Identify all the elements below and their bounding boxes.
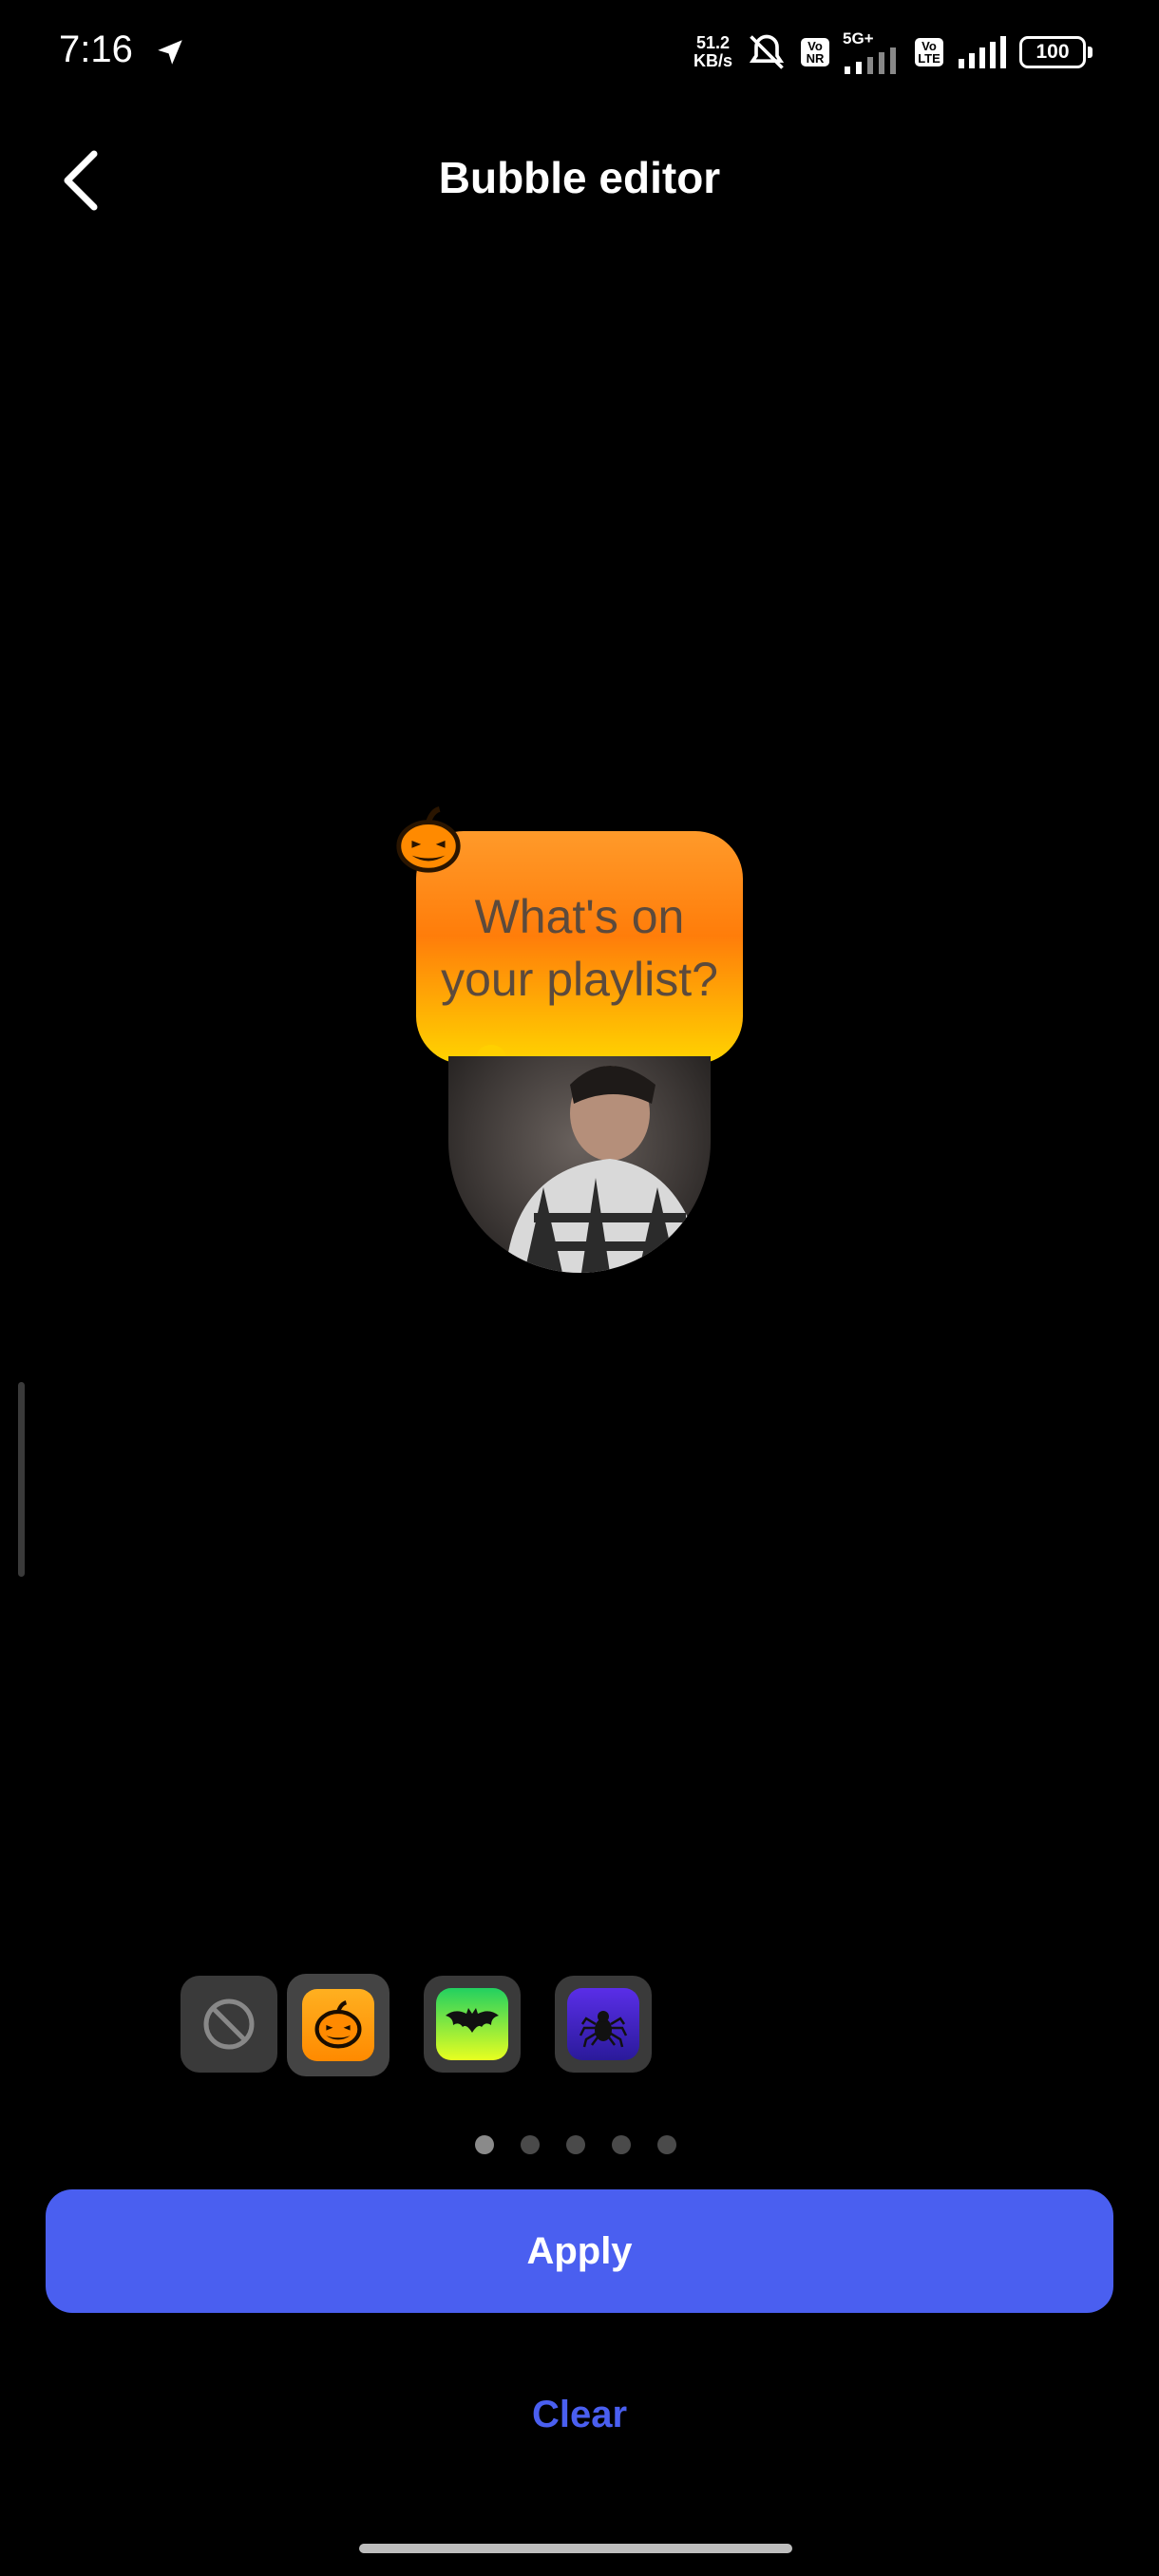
status-time: 7:16 <box>59 28 133 70</box>
page-indicator <box>475 2135 676 2154</box>
page-dot-5[interactable] <box>657 2135 676 2154</box>
battery-level: 100 <box>1019 36 1086 68</box>
page-title: Bubble editor <box>438 153 721 202</box>
location-arrow-icon <box>158 40 182 65</box>
page-dot-2[interactable] <box>521 2135 540 2154</box>
prohibited-icon <box>203 1998 255 2050</box>
bubble-text: What's on your playlist? <box>441 889 718 1006</box>
style-bat-button[interactable] <box>424 1976 521 2073</box>
net-speed-unit: KB/s <box>693 51 732 70</box>
spider-icon <box>579 2011 628 2048</box>
clear-button[interactable]: Clear <box>0 2394 1159 2436</box>
signal-icon-1 <box>845 47 896 74</box>
battery-icon: 100 <box>1019 36 1092 68</box>
vonr-badge: Vo NR <box>801 38 829 66</box>
pumpkin-icon <box>396 806 461 873</box>
page-dot-4[interactable] <box>612 2135 631 2154</box>
net-speed: 51.2 KB/s <box>694 34 732 70</box>
avatar-photo <box>505 1066 705 1273</box>
avatar <box>448 1056 711 1273</box>
scroll-indicator[interactable] <box>18 1382 25 1577</box>
pumpkin-icon <box>314 2000 362 2049</box>
signal-icon-2 <box>959 36 1006 68</box>
style-spider-button[interactable] <box>555 1976 652 2073</box>
style-none-button[interactable] <box>180 1976 277 2073</box>
bat-icon <box>446 2008 499 2033</box>
volte-badge: Vo LTE <box>915 38 943 66</box>
page-dot-3[interactable] <box>566 2135 585 2154</box>
net-speed-value: 51.2 <box>695 33 731 52</box>
network-5g-label: 5G+ <box>843 29 874 47</box>
apply-button[interactable]: Apply <box>46 2189 1113 2313</box>
bell-muted-icon <box>749 34 785 69</box>
style-pumpkin-button[interactable] <box>287 1974 390 2076</box>
status-icons: 51.2 KB/s Vo NR 5G+ Vo LTE 100 <box>694 28 1092 76</box>
page-dot-1[interactable] <box>475 2135 494 2154</box>
home-indicator[interactable] <box>359 2544 792 2553</box>
